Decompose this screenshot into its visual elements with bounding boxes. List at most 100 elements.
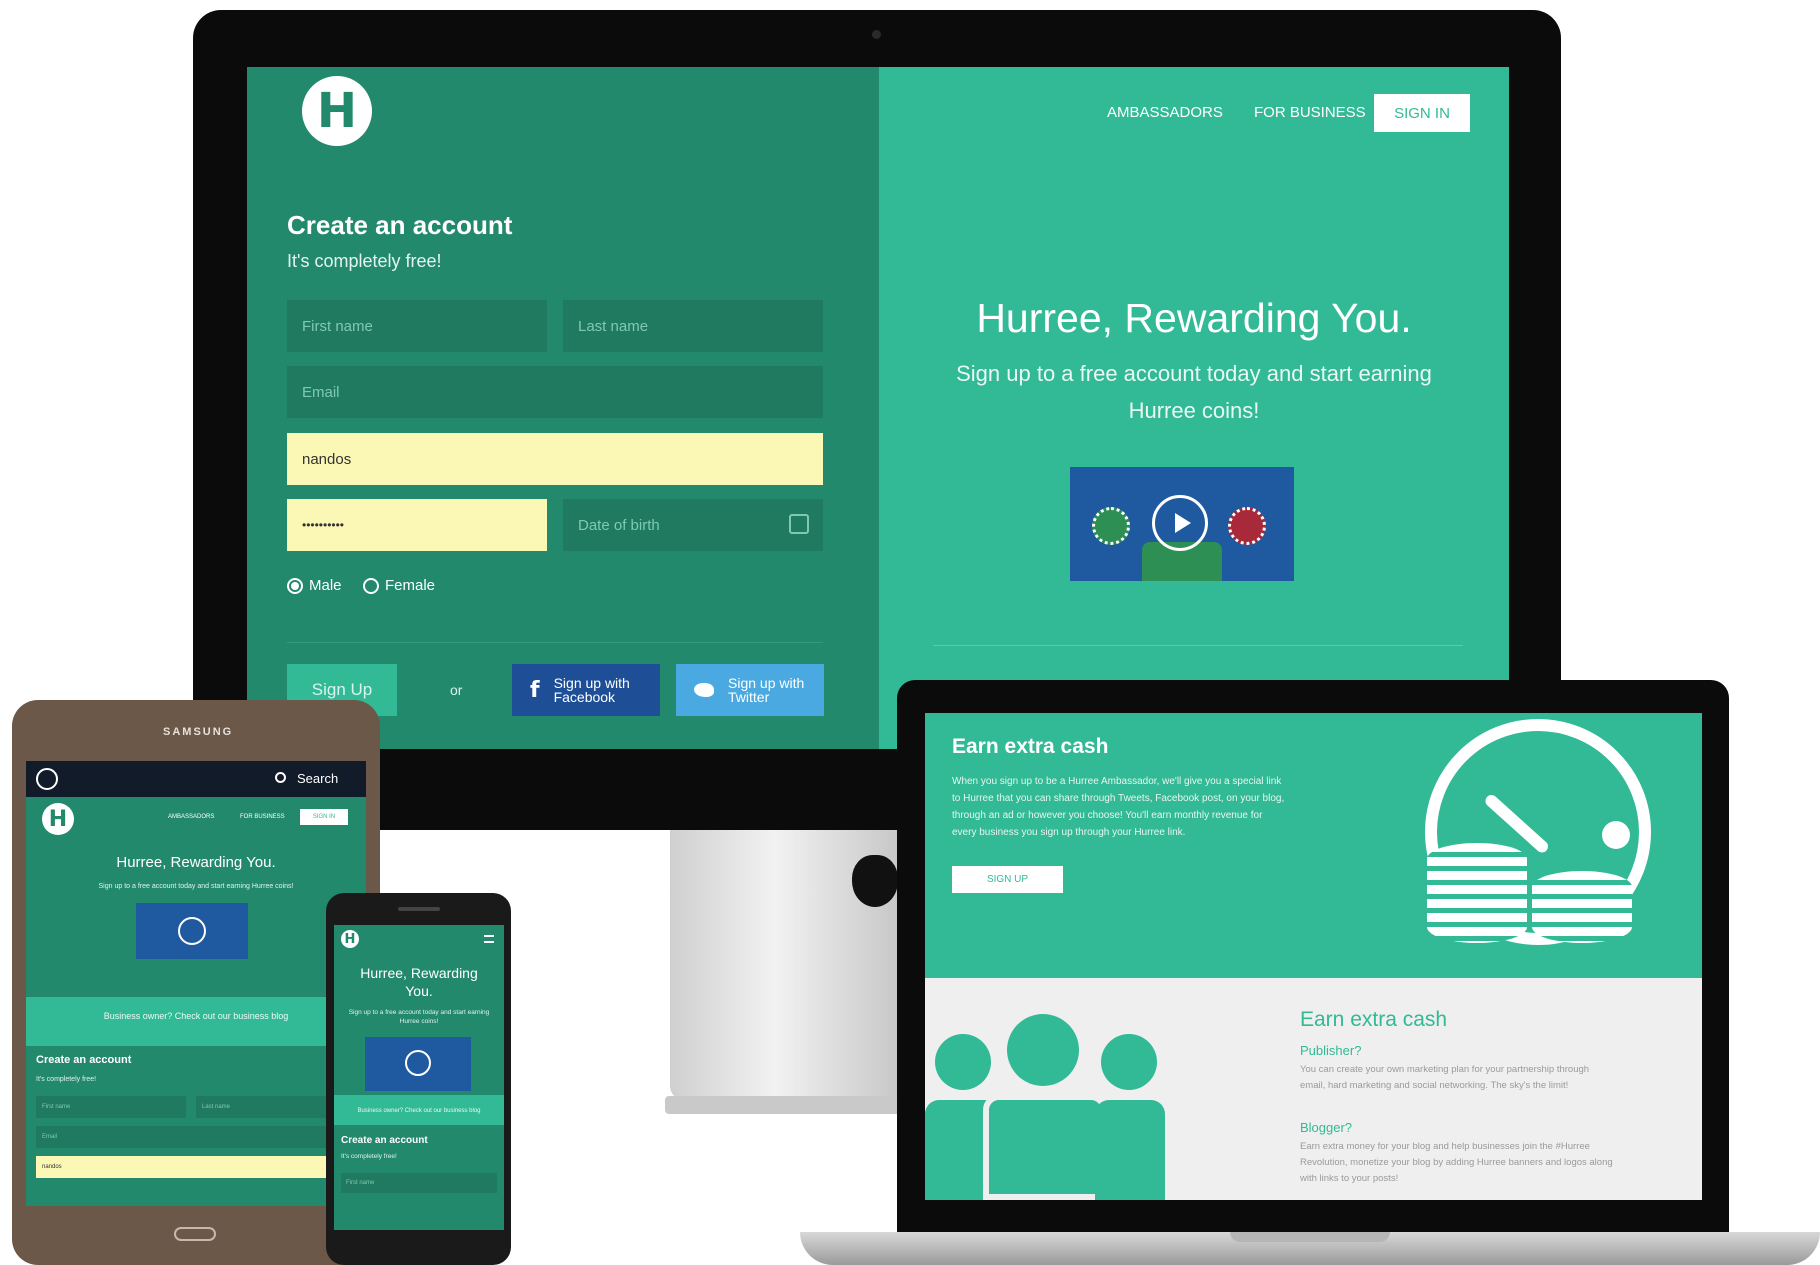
radio-checked-icon: [287, 577, 303, 594]
nav-ambassadors[interactable]: AMBASSADORS: [1107, 104, 1223, 121]
reward-circle-left: [1092, 507, 1130, 545]
gender-male-radio[interactable]: Male: [287, 577, 342, 594]
calendar-icon[interactable]: [789, 514, 809, 534]
banner-text-line-3: through an ad or however you choose! You…: [952, 810, 1263, 821]
section-title: Earn extra cash: [1300, 1008, 1448, 1031]
banner-text-line-2: to Hurree that you can share through Twe…: [952, 793, 1285, 804]
tablet-form-title: Create an account: [36, 1054, 132, 1066]
twitter-label-2: Twitter: [728, 689, 770, 705]
publisher-text-line-1: You can create your own marketing plan f…: [1300, 1064, 1590, 1075]
sign-in-button[interactable]: SIGN IN: [1374, 94, 1470, 132]
female-label: Female: [385, 577, 436, 594]
phone-video[interactable]: [365, 1037, 471, 1091]
publisher-title: Publisher?: [1300, 1043, 1362, 1058]
twitter-icon: [694, 683, 714, 697]
laptop-screen: Earn extra cash When you sign up to be a…: [925, 713, 1702, 1200]
phone-play-icon[interactable]: [405, 1050, 431, 1076]
tablet-topbar: Search: [26, 761, 366, 797]
blogger-text-line-3: with links to your posts!: [1300, 1173, 1399, 1184]
publisher-text-line-2: email, hard marketing and social network…: [1300, 1080, 1569, 1091]
phone-business-link[interactable]: Business owner? Check out our business b…: [334, 1108, 504, 1114]
last-name-field[interactable]: Last name: [563, 300, 823, 352]
facebook-label-1: Sign up with: [553, 675, 630, 691]
tablet-hero: H AMBASSADORS FOR BUSINESS SIGN IN Hurre…: [26, 797, 366, 997]
tablet-hero-title: Hurree, Rewarding You.: [116, 854, 276, 871]
blogger-title: Blogger?: [1300, 1120, 1353, 1135]
form-title: Create an account: [287, 210, 513, 240]
menu-icon[interactable]: [484, 935, 494, 943]
blogger-text: Earn extra money for your blog and help …: [1300, 1139, 1613, 1187]
tablet-email[interactable]: Email: [36, 1126, 356, 1148]
form-subtitle: It's completely free!: [287, 251, 442, 271]
hero-subtitle-1: Sign up to a free account today and star…: [956, 361, 1432, 386]
twitter-signup-button[interactable]: Sign up with Twitter: [676, 664, 824, 716]
phone-hero: H Hurree, Rewarding You. Sign up to a fr…: [334, 925, 504, 1095]
phone-speaker: [398, 907, 440, 911]
tablet-sign-in[interactable]: SIGN IN: [300, 809, 348, 825]
tablet-home-button[interactable]: [174, 1227, 216, 1241]
twitter-label-1: Sign up with: [728, 675, 805, 691]
nav-for-business[interactable]: FOR BUSINESS: [1254, 104, 1366, 121]
banner-signup-button[interactable]: SIGN UP: [952, 866, 1063, 893]
facebook-label-2: Facebook: [553, 689, 616, 705]
hero-divider: [933, 645, 1463, 646]
first-name-field[interactable]: First name: [287, 300, 547, 352]
tablet-brand: SAMSUNG: [163, 726, 234, 738]
earn-section: Earn extra cash Publisher? You can creat…: [925, 978, 1702, 1200]
phone-first-name[interactable]: First name: [341, 1173, 497, 1193]
phone-hero-title-2: You.: [405, 983, 433, 999]
tablet-hero-sub: Sign up to a free account today and star…: [98, 883, 294, 890]
phone-form-sub: It's completely free!: [341, 1153, 397, 1160]
banner-text-line-4: every business you sign up through your …: [952, 827, 1186, 838]
form-divider: [287, 642, 823, 643]
banner-title: Earn extra cash: [952, 735, 1109, 758]
hurree-logo[interactable]: H: [302, 76, 372, 146]
radio-unchecked-icon: [363, 577, 379, 594]
publisher-text: You can create your own marketing plan f…: [1300, 1062, 1589, 1094]
hero-video[interactable]: [1070, 467, 1294, 581]
tablet-form-sub: It's completely free!: [36, 1076, 97, 1083]
hero-title: Hurree, Rewarding You.: [976, 295, 1412, 341]
people-icon: [925, 1008, 1165, 1200]
tablet-logo[interactable]: H: [42, 803, 74, 835]
phone-screen: H Hurree, Rewarding You. Sign up to a fr…: [334, 925, 504, 1230]
banner-text-line-1: When you sign up to be a Hurree Ambassad…: [952, 776, 1282, 787]
phone-nav-bar: [334, 1232, 504, 1262]
hero-subtitle-2: Hurree coins!: [1128, 398, 1260, 423]
phone-form-panel: Create an account It's completely free! …: [334, 1125, 504, 1230]
play-icon[interactable]: [1152, 495, 1208, 551]
facebook-signup-button[interactable]: f Sign up with Facebook: [512, 664, 660, 716]
laptop-notch: [1230, 1232, 1390, 1242]
signup-panel: H Create an account It's completely free…: [247, 67, 879, 749]
imac-camera: [872, 30, 881, 39]
tablet-nav-ambassadors[interactable]: AMBASSADORS: [168, 814, 214, 820]
phone-logo[interactable]: H: [341, 930, 359, 948]
dob-field[interactable]: Date of birth: [563, 499, 823, 551]
dob-placeholder: Date of birth: [578, 516, 660, 534]
banner-text: When you sign up to be a Hurree Ambassad…: [952, 773, 1322, 841]
blogger-text-line-1: Earn extra money for your blog and help …: [1300, 1141, 1590, 1152]
password-field[interactable]: ••••••••••: [287, 499, 547, 551]
tablet-first-name[interactable]: First name: [36, 1096, 186, 1118]
blogger-text-line-2: Revolution, monetize your blog by adding…: [1300, 1157, 1613, 1168]
male-label: Male: [309, 577, 342, 594]
gender-female-radio[interactable]: Female: [363, 577, 435, 594]
apple-logo: [852, 855, 898, 907]
tablet-screen: Search H AMBASSADORS FOR BUSINESS SIGN I…: [26, 761, 366, 1206]
reward-circle-right: [1228, 507, 1266, 545]
or-label: or: [450, 682, 463, 698]
phone-hero-title-1: Hurree, Rewarding: [360, 965, 478, 981]
tablet-username[interactable]: nandos: [36, 1156, 356, 1178]
tablet-search-label[interactable]: Search: [297, 771, 338, 786]
search-icon[interactable]: [275, 772, 286, 783]
tablet-nav-business[interactable]: FOR BUSINESS: [240, 814, 285, 820]
tablet-play-icon[interactable]: [178, 917, 206, 945]
facebook-icon: f: [530, 677, 540, 703]
username-field[interactable]: nandos: [287, 433, 823, 485]
email-field[interactable]: Email: [287, 366, 823, 418]
tablet-form-panel: Create an account It's completely free! …: [26, 1046, 366, 1206]
coins-icon: [1427, 843, 1637, 943]
tablet-video[interactable]: [136, 903, 248, 959]
desktop-screen: H Create an account It's completely free…: [247, 67, 1509, 749]
tablet-business-link[interactable]: Business owner? Check out our business b…: [26, 1011, 366, 1021]
